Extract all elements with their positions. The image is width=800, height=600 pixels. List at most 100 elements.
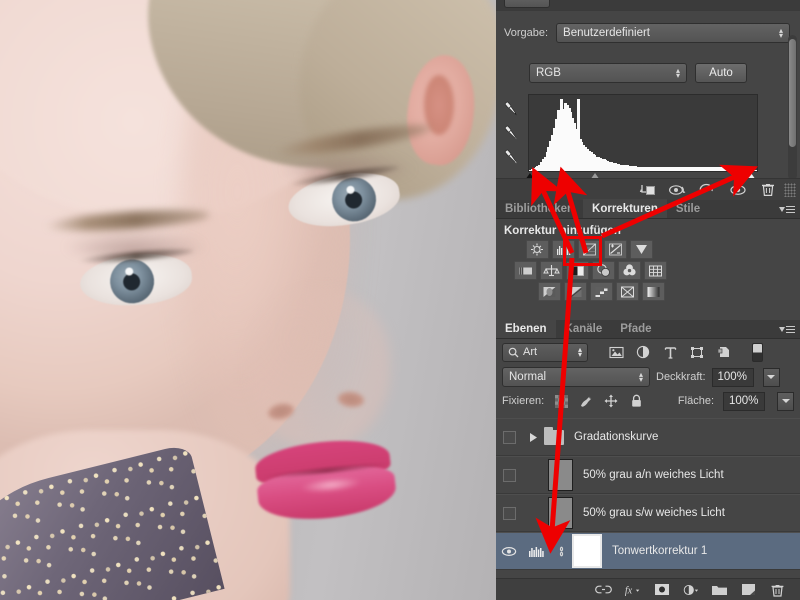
preset-label: Vorgabe:: [504, 27, 549, 39]
levels-adjustment-thumbnail-icon[interactable]: [522, 544, 552, 559]
view-previous-state-icon[interactable]: [664, 180, 692, 200]
lock-all-icon[interactable]: [628, 393, 644, 409]
selective-color-icon[interactable]: [616, 282, 639, 301]
levels-properties-panel: Vorgabe: Benutzerdefiniert ▴ ▾ RGB ▴ ▾ Aut…: [496, 10, 800, 200]
channel-select[interactable]: RGB ▴ ▾: [529, 63, 687, 83]
adjustments-panel: Bibliotheken Korrekturen Stile Korrektur…: [496, 199, 800, 320]
add-layer-mask-icon[interactable]: [653, 581, 670, 598]
properties-scrollbar[interactable]: [788, 35, 797, 180]
tab-bibliotheken[interactable]: Bibliotheken: [496, 199, 583, 218]
visibility-empty-box[interactable]: [502, 468, 516, 482]
layer-filter-type-select[interactable]: Art ▴ ▾: [502, 342, 588, 362]
hue-saturation-icon[interactable]: [514, 261, 537, 280]
lock-transparency-icon[interactable]: [553, 393, 569, 409]
mask-link-icon[interactable]: [554, 544, 568, 559]
fill-dropdown-icon[interactable]: [777, 391, 794, 411]
visibility-empty-box[interactable]: [502, 430, 516, 444]
smart-object-filter-icon[interactable]: [716, 344, 732, 360]
layer-style-fx-icon[interactable]: fx: [624, 581, 641, 598]
vibrance-icon[interactable]: [630, 240, 653, 259]
tab-korrekturen[interactable]: Korrekturen: [583, 199, 667, 218]
image-canvas[interactable]: [0, 0, 496, 600]
layer-name: Gradationskurve: [574, 431, 659, 443]
delete-icon[interactable]: [754, 180, 782, 200]
opacity-value[interactable]: 100%: [711, 367, 754, 387]
reset-icon[interactable]: [694, 180, 722, 200]
layer-thumbnail[interactable]: [548, 497, 573, 529]
pixel-layers-filter-icon[interactable]: [608, 344, 624, 360]
color-lookup-icon[interactable]: [644, 261, 667, 280]
auto-button[interactable]: Auto: [695, 63, 747, 83]
layer-visibility-toggle[interactable]: [496, 430, 522, 444]
layer-visibility-toggle[interactable]: [496, 506, 522, 520]
new-adjustment-layer-icon[interactable]: [682, 581, 699, 598]
table-row[interactable]: Tonwertkorrektur 1: [496, 532, 800, 570]
tab-stile[interactable]: Stile: [667, 199, 709, 218]
tab-ebenen[interactable]: Ebenen: [496, 319, 556, 338]
chevron-updown-icon: ▴ ▾: [778, 26, 783, 40]
fill-label: Fläche:: [677, 395, 714, 407]
layer-mask-thumbnail[interactable]: [572, 534, 602, 568]
chevron-updown-icon: ▴ ▾: [675, 66, 680, 80]
threshold-icon[interactable]: [590, 282, 613, 301]
eyedropper-column: [498, 97, 526, 169]
partial-button-above[interactable]: [504, 0, 550, 8]
layer-name: Tonwertkorrektur 1: [612, 545, 708, 557]
channel-row: RGB ▴ ▾ Auto: [529, 63, 791, 83]
fill-value[interactable]: 100%: [723, 391, 765, 411]
panel-menu-icon[interactable]: [779, 324, 795, 335]
chevron-updown-icon: ▴ ▾: [577, 345, 582, 359]
lock-image-icon[interactable]: [578, 393, 594, 409]
set-gray-point-dropper-icon[interactable]: [498, 121, 524, 145]
shape-layers-filter-icon[interactable]: [689, 344, 705, 360]
tab-kanaele[interactable]: Kanäle: [556, 319, 612, 338]
eye-icon[interactable]: [501, 543, 517, 559]
layer-filter-label: Art: [523, 346, 538, 358]
adjustments-tabbar: Bibliotheken Korrekturen Stile: [496, 199, 800, 219]
toggle-layer-visibility-icon[interactable]: [724, 180, 752, 200]
adjustments-heading: Korrektur hinzufügen: [504, 225, 621, 237]
posterize-icon[interactable]: [564, 282, 587, 301]
filter-enable-toggle[interactable]: [752, 342, 763, 362]
blend-mode-select[interactable]: Normal ▴ ▾: [502, 367, 650, 387]
panel-resize-grip[interactable]: [784, 182, 796, 197]
layer-visibility-toggle[interactable]: [496, 468, 522, 482]
channel-mixer-icon[interactable]: [618, 261, 641, 280]
preset-value: Benutzerdefiniert: [563, 27, 650, 39]
new-layer-icon[interactable]: [740, 581, 757, 598]
levels-histogram[interactable]: [528, 94, 758, 172]
gradient-map-icon[interactable]: [642, 282, 665, 301]
folder-icon: [544, 426, 564, 445]
tab-pfade[interactable]: Pfade: [611, 319, 660, 338]
link-layers-icon[interactable]: [595, 581, 612, 598]
search-icon: [508, 347, 519, 357]
opacity-dropdown-icon[interactable]: [762, 367, 780, 387]
new-group-icon[interactable]: [711, 581, 728, 598]
table-row[interactable]: Gradationskurve: [496, 418, 800, 456]
lock-position-icon[interactable]: [603, 393, 619, 409]
invert-icon[interactable]: [538, 282, 561, 301]
panel-dock: Vorgabe: Benutzerdefiniert ▴ ▾ RGB ▴ ▾ Aut…: [496, 0, 800, 600]
blend-mode-value: Normal: [509, 371, 547, 383]
visibility-empty-box[interactable]: [502, 506, 516, 520]
table-row[interactable]: 50% grau s/w weiches Licht: [496, 494, 800, 532]
set-black-point-dropper-icon[interactable]: [498, 97, 524, 121]
adjustment-layers-filter-icon[interactable]: [635, 344, 651, 360]
color-balance-icon[interactable]: [540, 261, 563, 280]
preset-select[interactable]: Benutzerdefiniert ▴ ▾: [556, 23, 790, 43]
brightness-contrast-icon[interactable]: [526, 240, 549, 259]
svg-text:fx: fx: [625, 585, 633, 596]
group-disclosure-triangle-icon[interactable]: [522, 432, 544, 443]
layers-panel-footer: fx: [496, 578, 800, 600]
nose: [250, 290, 390, 450]
layer-thumbnail[interactable]: [548, 459, 573, 491]
layers-panel: Ebenen Kanäle Pfade Art ▴ ▾ Normal ▴ ▾ D…: [496, 319, 800, 600]
delete-layer-icon[interactable]: [769, 581, 786, 598]
panel-menu-icon[interactable]: [779, 204, 795, 215]
clip-to-layer-icon[interactable]: [634, 180, 662, 200]
set-white-point-dropper-icon[interactable]: [498, 145, 524, 169]
type-layers-filter-icon[interactable]: [662, 344, 678, 360]
table-row[interactable]: 50% grau a/n weiches Licht: [496, 456, 800, 494]
exposure-icon[interactable]: [604, 240, 627, 259]
layer-visibility-toggle[interactable]: [496, 543, 522, 559]
